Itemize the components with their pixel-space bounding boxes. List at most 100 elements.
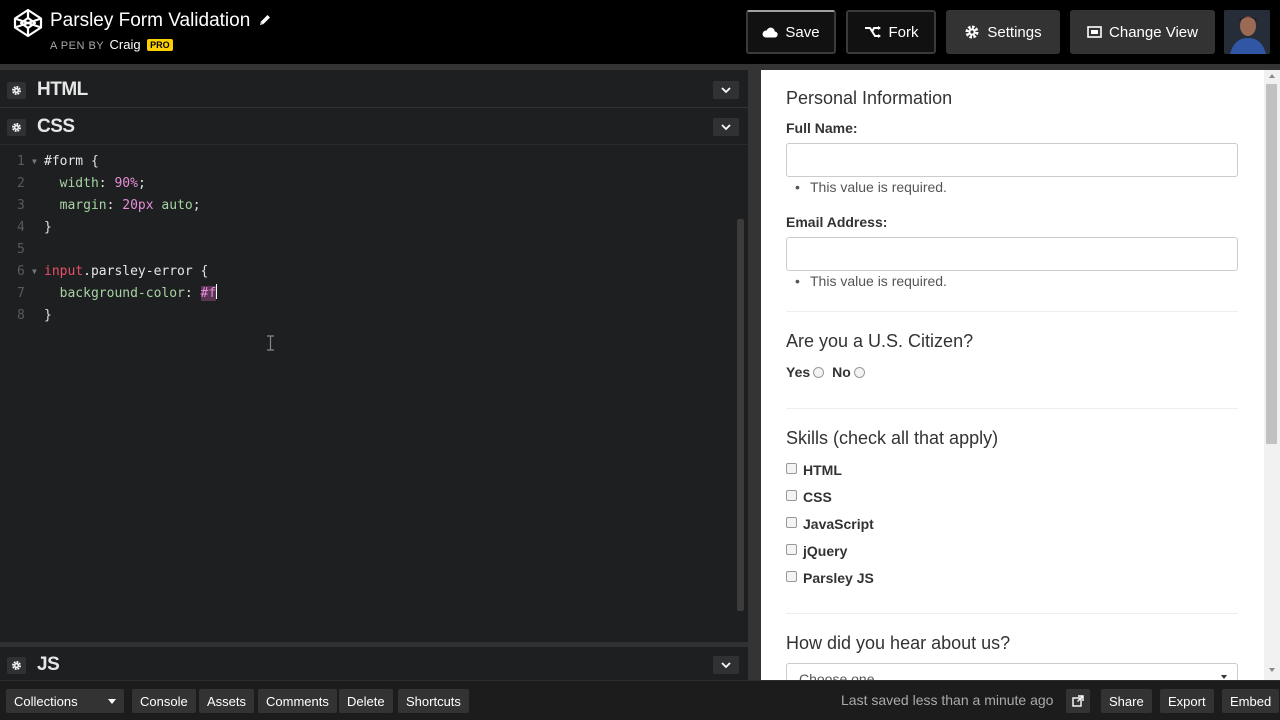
save-button[interactable]: Save bbox=[746, 10, 836, 54]
css-settings-gear-icon[interactable] bbox=[7, 119, 26, 136]
cloud-icon bbox=[762, 27, 779, 38]
edit-pencil-icon[interactable] bbox=[258, 13, 272, 27]
line-number: 3 bbox=[17, 198, 25, 213]
code-lines[interactable]: #form { width: 90%; margin: 20px auto; }… bbox=[44, 151, 218, 327]
skill-label: CSS bbox=[803, 489, 832, 505]
settings-label: Settings bbox=[987, 23, 1042, 41]
layout-view-icon bbox=[1087, 26, 1102, 38]
pane-resizer[interactable] bbox=[748, 70, 761, 680]
radio-no-label: No bbox=[832, 364, 851, 380]
pro-badge: PRO bbox=[147, 39, 173, 51]
hear-about-legend: How did you hear about us? bbox=[786, 633, 1011, 653]
divider bbox=[786, 311, 1238, 312]
code-line: width: 90%; bbox=[59, 176, 146, 191]
skill-checkbox[interactable] bbox=[786, 517, 797, 528]
author-link[interactable]: Craig bbox=[110, 37, 141, 52]
header-bar: Parsley Form Validation A PEN BY Craig P… bbox=[0, 0, 1280, 64]
codepen-logo-icon[interactable] bbox=[13, 8, 43, 38]
text-cursor bbox=[216, 284, 218, 299]
html-settings-gear-icon[interactable] bbox=[7, 82, 26, 99]
export-button[interactable]: Export bbox=[1160, 689, 1214, 713]
code-line: } bbox=[44, 220, 52, 235]
fold-arrow-icon[interactable]: ▼ bbox=[32, 261, 37, 283]
divider bbox=[786, 408, 1238, 409]
line-number: 6 ▼ bbox=[0, 261, 40, 283]
code-line: background-color: #f bbox=[59, 284, 218, 301]
full-name-input[interactable] bbox=[786, 143, 1238, 177]
skill-checkbox[interactable] bbox=[786, 490, 797, 501]
shortcuts-button[interactable]: Shortcuts bbox=[398, 689, 469, 713]
line-number: 5 bbox=[17, 242, 25, 257]
fold-arrow-icon[interactable]: ▼ bbox=[32, 151, 37, 173]
share-button[interactable]: Share bbox=[1101, 689, 1152, 713]
email-label: Email Address: bbox=[786, 214, 888, 230]
skills-legend: Skills (check all that apply) bbox=[786, 428, 999, 448]
html-panel-header[interactable]: HTML bbox=[0, 72, 748, 108]
html-panel-title: HTML bbox=[37, 79, 88, 100]
radio-yes-label: Yes bbox=[786, 364, 811, 380]
css-panel-title: CSS bbox=[37, 116, 75, 137]
collections-label: Collections bbox=[14, 693, 78, 709]
line-number-gutter: 1 ▼ 2 3 4 5 6 ▼ 7 8 bbox=[0, 151, 40, 327]
radio-yes[interactable] bbox=[813, 366, 825, 378]
skill-label: Parsley JS bbox=[803, 570, 874, 586]
pen-title[interactable]: Parsley Form Validation bbox=[50, 9, 250, 33]
code-line: margin: 20px auto; bbox=[59, 198, 201, 213]
skill-checkbox[interactable] bbox=[786, 571, 797, 582]
hear-about-select[interactable]: Choose one bbox=[786, 663, 1238, 680]
comments-button[interactable]: Comments bbox=[258, 689, 337, 713]
js-settings-gear-icon[interactable] bbox=[7, 657, 26, 674]
ibeam-cursor-icon bbox=[267, 335, 274, 351]
embed-button[interactable]: Embed bbox=[1222, 689, 1280, 713]
dropdown-caret-icon bbox=[108, 699, 116, 704]
change-view-button[interactable]: Change View bbox=[1070, 10, 1215, 54]
css-panel-header[interactable]: CSS bbox=[0, 109, 748, 145]
code-line: input.parsley-error { bbox=[44, 264, 209, 279]
js-panel-title: JS bbox=[37, 654, 60, 675]
skill-checkbox[interactable] bbox=[786, 544, 797, 555]
code-line: } bbox=[44, 308, 52, 323]
line-number: 7 bbox=[17, 286, 25, 301]
skill-label: jQuery bbox=[803, 543, 848, 559]
editor-scrollbar[interactable] bbox=[737, 219, 744, 611]
radio-no[interactable] bbox=[853, 366, 865, 378]
select-caret-icon bbox=[1221, 675, 1227, 679]
gear-icon bbox=[965, 25, 979, 39]
fork-button[interactable]: Fork bbox=[846, 10, 936, 54]
scroll-up-arrow-icon[interactable] bbox=[1269, 74, 1275, 78]
css-chevron-down-icon[interactable] bbox=[713, 118, 739, 136]
console-button[interactable]: Console bbox=[132, 689, 196, 713]
js-panel-header[interactable]: JS bbox=[0, 647, 748, 683]
js-chevron-down-icon[interactable] bbox=[713, 656, 739, 674]
fork-icon bbox=[864, 26, 881, 38]
pen-byline: A PEN BY Craig PRO bbox=[50, 37, 173, 54]
delete-button[interactable]: Delete bbox=[339, 689, 393, 713]
skill-checkbox[interactable] bbox=[786, 463, 797, 474]
code-editor-pane: HTML CSS 1 ▼ 2 3 4 5 6 ▼ 7 8 #form { width… bbox=[0, 70, 748, 683]
skill-label: JavaScript bbox=[803, 516, 874, 532]
collections-button[interactable]: Collections bbox=[6, 689, 124, 713]
select-value: Choose one bbox=[799, 671, 875, 680]
external-link-button[interactable] bbox=[1066, 689, 1090, 713]
css-code-area[interactable]: 1 ▼ 2 3 4 5 6 ▼ 7 8 #form { width: 90%; ma… bbox=[0, 144, 748, 642]
assets-button[interactable]: Assets bbox=[199, 689, 255, 713]
email-input[interactable] bbox=[786, 237, 1238, 271]
citizen-radio-group: Yes No bbox=[786, 364, 873, 380]
change-view-label: Change View bbox=[1109, 23, 1198, 41]
html-chevron-down-icon[interactable] bbox=[713, 81, 739, 99]
email-error: This value is required. bbox=[795, 273, 947, 289]
divider bbox=[786, 613, 1238, 614]
external-link-icon bbox=[1072, 695, 1084, 707]
settings-button[interactable]: Settings bbox=[946, 10, 1060, 54]
line-number: 8 bbox=[17, 308, 25, 323]
scroll-down-arrow-icon[interactable] bbox=[1269, 668, 1275, 672]
full-name-error: This value is required. bbox=[795, 179, 947, 195]
fork-label: Fork bbox=[888, 23, 919, 41]
skill-label: HTML bbox=[803, 462, 842, 478]
line-number: 4 bbox=[17, 220, 25, 235]
footer-bar: Collections Console Assets Comments Dele… bbox=[0, 680, 1280, 720]
preview-scrollbar-thumb[interactable] bbox=[1266, 84, 1277, 444]
save-label: Save bbox=[785, 23, 820, 41]
user-avatar[interactable] bbox=[1224, 10, 1270, 54]
